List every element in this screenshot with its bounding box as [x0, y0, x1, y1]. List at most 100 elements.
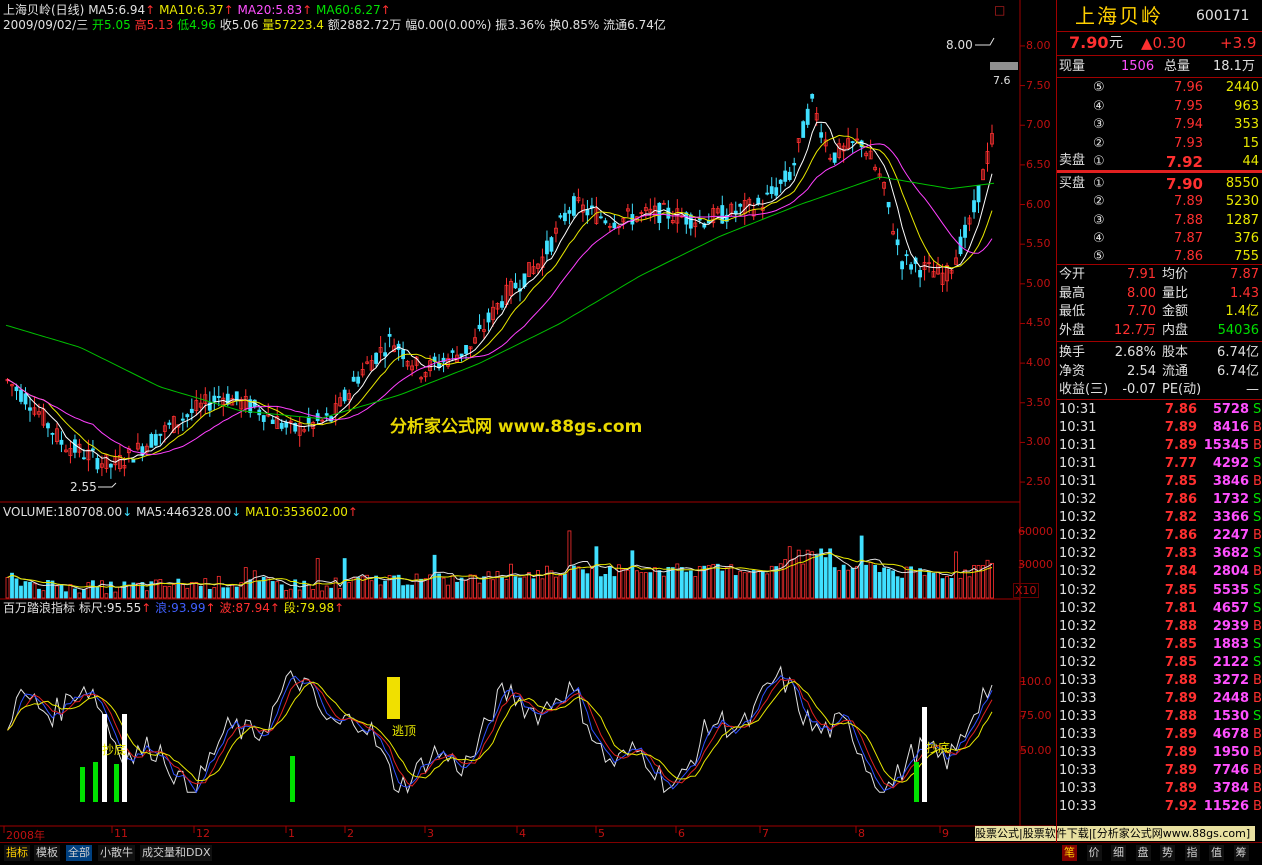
buy-level-label: ②: [1093, 194, 1105, 210]
tick-time: 10:32: [1059, 618, 1097, 634]
bottom-tab-0[interactable]: 指标: [4, 845, 30, 861]
tick-row[interactable]: 10:31 7.89 8416 B: [1057, 419, 1262, 437]
stat-value-2: 1.43: [1230, 285, 1259, 301]
tick-price: 7.85: [1164, 582, 1197, 598]
tick-row[interactable]: 10:31 7.77 4292 S: [1057, 455, 1262, 473]
volume-bar: [832, 567, 837, 599]
buy-level-price: 7.90: [1165, 175, 1203, 193]
buy-level-row: ② 7.89 5230: [1057, 193, 1262, 211]
tick-row[interactable]: 10:32 7.88 2939 B: [1057, 618, 1262, 636]
tick-time: 10:32: [1059, 582, 1097, 598]
tick-row[interactable]: 10:32 7.85 5535 S: [1057, 582, 1262, 600]
tick-row[interactable]: 10:32 7.83 3682 S: [1057, 545, 1262, 563]
volume-bar: [73, 588, 77, 599]
quote-tab-7[interactable]: 筹: [1233, 845, 1249, 861]
tick-price: 7.89: [1164, 763, 1197, 778]
quote-tab-5[interactable]: 指: [1184, 845, 1200, 861]
stat-label-2: 内盘: [1162, 322, 1189, 338]
tick-row[interactable]: 10:33 7.89 3784 B: [1057, 780, 1262, 798]
bottom-tab-2[interactable]: 全部: [66, 845, 92, 861]
volume-bar: [814, 554, 819, 599]
volume-bar: [891, 570, 896, 599]
tick-price: 7.89: [1164, 744, 1197, 760]
tick-price: 7.89: [1164, 420, 1197, 436]
candle-body: [351, 376, 356, 382]
ma5-label: MA5:6.94: [88, 3, 146, 17]
tick-row[interactable]: 10:33 7.88 3272 B: [1057, 672, 1262, 690]
stat2-label-2: 股本: [1162, 345, 1189, 360]
volume-bar: [873, 564, 878, 599]
quote-tab-1[interactable]: 价: [1086, 845, 1102, 861]
tick-price: 7.92: [1164, 799, 1197, 815]
quote-tab-4[interactable]: 势: [1160, 845, 1175, 861]
volume-bar: [895, 576, 900, 599]
tick-row[interactable]: 10:32 7.85 1883 S: [1057, 636, 1262, 654]
tick-row[interactable]: 10:33 7.89 4678 B: [1057, 726, 1262, 744]
price-tick-label: 3.00: [1026, 435, 1051, 449]
candle-body: [270, 419, 275, 425]
tick-row[interactable]: 10:32 7.84 2804 B: [1057, 563, 1262, 581]
kline-chart-area[interactable]: 上海贝岭(日线) MA5:6.94↑ MA10:6.37↑ MA20:5.83↑…: [0, 0, 1054, 858]
quote-tab-2[interactable]: 细: [1111, 845, 1126, 861]
tick-row[interactable]: 10:33 7.88 1530 S: [1057, 708, 1262, 726]
tick-row[interactable]: 10:31 7.85 3846 B: [1057, 473, 1262, 491]
amplitude-label: 振3.36%: [495, 18, 546, 32]
quote-change: ▲0.30: [1141, 34, 1186, 52]
volume-bar: [176, 578, 181, 599]
candle-body: [886, 201, 891, 208]
tick-row[interactable]: 10:33 7.89 2448 B: [1057, 690, 1262, 708]
candle-body: [819, 132, 824, 138]
candle-body: [612, 222, 617, 229]
chaodi-mark-2: 抄底: [926, 741, 951, 755]
tick-time: 10:32: [1059, 528, 1097, 544]
volume-bar: [670, 567, 675, 599]
tick-time: 10:32: [1059, 654, 1097, 670]
volume-bar: [356, 577, 361, 599]
tick-volume: 2448: [1212, 690, 1249, 706]
volume-bar: [931, 572, 936, 599]
stat2-row: 净资 2.54 流通 6.74亿: [1057, 363, 1262, 381]
tick-side: S: [1253, 546, 1262, 562]
stat-row: 外盘 12.7万 内盘 54036: [1057, 322, 1262, 340]
stat-value: 8.00: [1127, 285, 1156, 301]
candle-body: [918, 270, 922, 278]
volume-bar: [23, 581, 28, 599]
volume-bar: [599, 576, 603, 599]
price-tick-label: 6.50: [1026, 157, 1051, 171]
tick-time: 10:33: [1059, 799, 1097, 815]
tick-row[interactable]: 10:33 7.89 1950 B: [1057, 744, 1262, 762]
quote-tab-6[interactable]: 值: [1209, 845, 1224, 861]
tick-price: 7.89: [1164, 781, 1197, 797]
stat2-label: 换手: [1059, 345, 1086, 360]
volume-bar: [19, 585, 23, 599]
tick-row[interactable]: 10:33 7.89 7746 B: [1057, 762, 1262, 780]
stat-row: 最高 8.00 量比 1.43: [1057, 285, 1262, 303]
tick-price: 7.86: [1164, 528, 1197, 544]
tick-row[interactable]: 10:31 7.89 15345 B: [1057, 437, 1262, 455]
quote-tab-0[interactable]: 笔: [1062, 845, 1077, 861]
tick-row[interactable]: 10:32 7.82 3366 S: [1057, 509, 1262, 527]
bottom-tab-3[interactable]: 小散牛: [98, 845, 135, 861]
stat2-label: 收益(三): [1059, 382, 1109, 397]
tick-row[interactable]: 10:33 7.92 11526 B: [1057, 798, 1262, 816]
tick-row[interactable]: 10:31 7.86 5728 S: [1057, 401, 1262, 419]
tick-side: B: [1253, 799, 1262, 815]
quote-tab-3[interactable]: 盘: [1135, 845, 1151, 861]
stat-label: 最低: [1059, 304, 1086, 319]
buy-level-volume: 5230: [1225, 194, 1259, 210]
tick-row[interactable]: 10:32 7.81 4657 S: [1057, 600, 1262, 618]
tick-time: 10:33: [1059, 744, 1097, 760]
candle-body: [212, 395, 217, 402]
bottom-tab-1[interactable]: 模板: [34, 845, 60, 861]
tick-row[interactable]: 10:32 7.85 2122 S: [1057, 654, 1262, 672]
close-icon[interactable]: □: [994, 3, 1005, 17]
stat2-value: 2.68%: [1114, 345, 1156, 360]
candle-body: [23, 393, 28, 405]
candle-body: [46, 423, 50, 429]
tick-row[interactable]: 10:32 7.86 2247 B: [1057, 527, 1262, 545]
tick-row[interactable]: 10:32 7.86 1732 S: [1057, 491, 1262, 509]
tick-volume: 2122: [1212, 654, 1249, 670]
bottom-tab-4[interactable]: 成交量和DDX: [140, 845, 213, 861]
lang-label: 浪:93.99: [155, 601, 206, 615]
stat2-value-2: —: [1246, 382, 1259, 397]
